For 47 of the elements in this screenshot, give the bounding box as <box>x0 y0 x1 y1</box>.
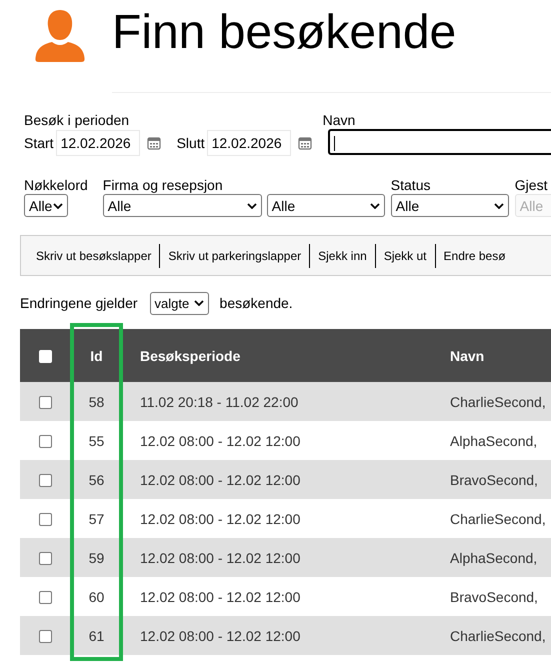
toolbar-button[interactable]: Sjekk ut <box>376 242 435 268</box>
dropdown[interactable]: Alle <box>390 194 509 217</box>
table-cell: AlphaSecond, <box>450 550 538 566</box>
dropdown[interactable]: valgte <box>150 292 209 314</box>
column-header[interactable]: Navn <box>450 329 551 382</box>
field-label: Nøkkelord <box>24 177 88 193</box>
table-cell: 12.02 08:00 - 12.02 12:00 <box>140 628 300 644</box>
toolbar-button[interactable]: Skriv ut parkeringslapper <box>160 242 310 268</box>
table-cell: CharlieSecond, <box>450 394 546 410</box>
table-cell: 56 <box>88 472 104 488</box>
field-label: Status <box>390 177 430 193</box>
table-cell: 11.02 20:18 - 11.02 22:00 <box>140 394 298 410</box>
table-cell: 55 <box>88 432 104 448</box>
date-field[interactable]: 12.02.2026 <box>206 130 291 156</box>
table-cell: BravoSecond, <box>450 472 538 488</box>
table-cell: 61 <box>88 628 104 644</box>
table-cell: 60 <box>88 588 104 604</box>
page-title: Finn besøkende <box>112 7 456 59</box>
table-cell: BravoSecond, <box>450 588 538 604</box>
dropdown[interactable]: Alle <box>102 194 262 217</box>
table-cell: CharlieSecond, <box>450 510 546 526</box>
table-cell: CharlieSecond, <box>450 628 546 644</box>
table-cell: 59 <box>88 550 104 566</box>
field-label: Navn <box>322 112 356 128</box>
column-header[interactable]: Id <box>70 329 123 382</box>
table-cell: 58 <box>88 394 104 410</box>
table-cell: 12.02 08:00 - 12.02 12:00 <box>140 432 300 448</box>
dropdown[interactable]: Alle <box>24 194 68 217</box>
field-label: Start <box>24 135 54 151</box>
table-cell: 12.02 08:00 - 12.02 12:00 <box>140 472 300 488</box>
table-cell: 12.02 08:00 - 12.02 12:00 <box>140 588 300 604</box>
table-cell: 12.02 08:00 - 12.02 12:00 <box>140 550 300 566</box>
table-cell: AlphaSecond, <box>450 432 538 448</box>
date-field[interactable]: 12.02.2026 <box>56 130 140 156</box>
field-label: Slutt <box>176 135 205 151</box>
field-label: Gjest <box>514 177 548 193</box>
table-cell: 57 <box>88 510 104 526</box>
field-label: Firma og resepsjon <box>102 177 223 193</box>
field-label: Besøk i perioden <box>24 112 130 128</box>
toolbar-button[interactable]: Sjekk inn <box>310 242 375 268</box>
dropdown[interactable]: Alle <box>266 194 385 217</box>
column-header[interactable]: Besøksperiode <box>123 329 450 382</box>
scope-label: besøkende. <box>220 295 293 311</box>
table-cell: 12.02 08:00 - 12.02 12:00 <box>140 510 300 526</box>
scope-label: Endringene gjelder <box>20 295 138 311</box>
toolbar-button[interactable]: Skriv ut besøkslapper <box>28 242 160 268</box>
toolbar-button[interactable]: Endre besø <box>436 242 514 268</box>
